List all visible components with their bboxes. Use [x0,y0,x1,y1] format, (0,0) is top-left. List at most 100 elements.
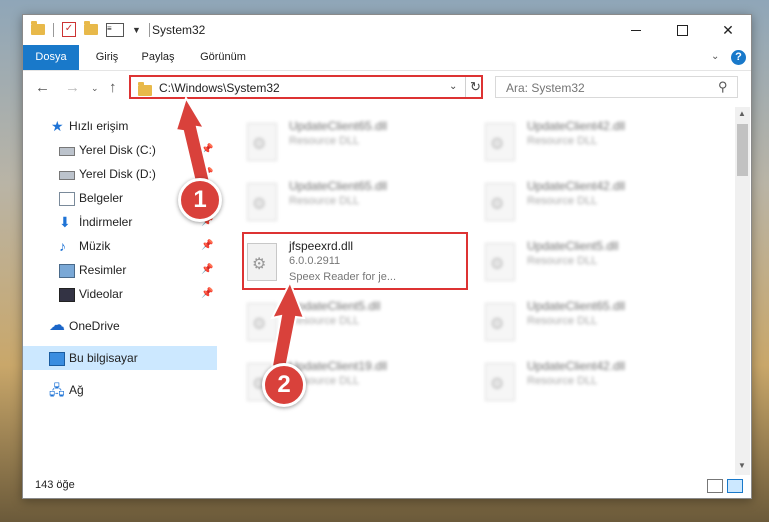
file-description: Resource DLL [527,375,598,387]
sidebar-item-label: Yerel Disk (C:) [79,143,156,157]
drive-icon [59,171,75,180]
sidebar-item-network[interactable]: 🖧 Ağ [23,378,217,402]
properties-check-icon[interactable]: ✓ [62,22,76,37]
search-icon[interactable]: ⚲ [718,79,728,95]
sidebar-item-label: Ağ [69,383,84,397]
sidebar-item-this-pc[interactable]: Bu bilgisayar [23,346,217,370]
window-title: System32 [152,23,206,37]
scroll-up-arrow-icon[interactable]: ▲ [738,109,746,118]
address-history-chevron-icon[interactable]: ⌄ [449,81,457,92]
scrollbar-thumb[interactable] [737,124,748,176]
status-bar: 143 öğe [23,475,751,497]
file-description: Resource DLL [289,315,360,327]
recent-locations-chevron-icon[interactable]: ⌄ [91,83,99,94]
quick-access-toolbar: ✓ ≡ ▼ [31,21,150,37]
sidebar-item-local-disk-c[interactable]: Yerel Disk (C:) 📌 [23,138,217,162]
file-highlight-box [242,232,468,290]
file-description: Resource DLL [527,315,598,327]
sidebar-item-label: Belgeler [79,191,124,205]
network-icon: 🖧 [49,382,65,398]
search-box[interactable]: ⚲ [495,76,738,98]
navigation-pane: ★ Hızlı erişim Yerel Disk (C:) 📌 Yerel D… [23,110,217,475]
file-description: Resource DLL [527,255,598,267]
large-icons-view-icon[interactable] [727,479,743,493]
videos-icon [59,288,75,302]
drive-icon [59,147,75,156]
pin-icon: 📌 [201,264,214,275]
sidebar-item-label: Bu bilgisayar [69,351,138,365]
dll-file-icon [247,183,277,221]
refresh-icon[interactable]: ↻ [470,79,481,95]
sidebar-item-pictures[interactable]: Resimler 📌 [23,258,217,282]
file-name: UpdateClient42.dll [527,119,626,133]
sidebar-item-videos[interactable]: Videolar 📌 [23,282,217,306]
tab-view[interactable]: Görünüm [193,45,253,70]
sidebar-item-label: İndirmeler [79,215,133,229]
help-icon[interactable]: ? [731,50,746,65]
pin-icon: 📌 [201,288,214,299]
tab-file[interactable]: Dosya [23,45,79,70]
file-description: Resource DLL [527,195,598,207]
item-count: 143 öğe [35,479,75,491]
sidebar-item-quick-access[interactable]: ★ Hızlı erişim [23,114,217,138]
forward-arrow-icon[interactable]: → [65,79,80,96]
file-name: UpdateClient65.dll [289,179,388,193]
title-divider [148,22,150,37]
pin-icon: 📌 [201,144,214,155]
file-item[interactable]: UpdateClient5.dll Resource DLL [475,235,703,291]
file-item[interactable]: UpdateClient42.dll Resource DLL [475,355,703,411]
file-item[interactable]: UpdateClient65.dll Resource DLL [475,295,703,351]
file-item[interactable]: UpdateClient5.dll Resource DLL [237,295,465,351]
pictures-icon [59,264,75,278]
file-name: UpdateClient65.dll [289,119,388,133]
scroll-down-arrow-icon[interactable]: ▼ [738,461,746,470]
pin-icon: 📌 [201,240,214,251]
up-arrow-icon[interactable]: ↑ [109,79,117,96]
file-item[interactable]: UpdateClient65.dll Resource DLL [237,175,465,231]
sidebar-item-label: Yerel Disk (D:) [79,167,156,181]
dll-file-icon [485,123,515,161]
maximize-button[interactable] [659,15,705,45]
close-button[interactable]: ✕ [705,15,751,45]
new-folder-icon[interactable] [84,21,98,35]
address-bar[interactable]: C:\Windows\System32 ⌄ ↻ [129,75,483,99]
navigation-bar: ← → ⌄ ↑ C:\Windows\System32 ⌄ ↻ ⚲ [23,71,751,105]
file-name: UpdateClient5.dll [527,239,619,253]
sidebar-item-label: Videolar [79,287,123,301]
dll-file-icon [485,243,515,281]
download-icon: ⬇ [59,214,71,230]
toolbar-divider [53,22,54,37]
view-properties-icon[interactable]: ≡ [106,22,124,37]
tab-share[interactable]: Paylaş [137,45,179,70]
tab-home[interactable]: Giriş [89,45,125,70]
sidebar-item-label: Hızlı erişim [69,119,129,133]
sidebar-item-onedrive[interactable]: ☁ OneDrive [23,314,217,338]
music-icon: ♪ [59,238,66,254]
step-1-badge: 1 [178,178,222,222]
title-bar: ✓ ≡ ▼ System32 ✕ [23,15,751,45]
this-pc-icon [49,352,65,366]
file-description: Resource DLL [289,135,360,147]
documents-icon [59,192,75,206]
star-icon: ★ [51,118,64,134]
back-arrow-icon[interactable]: ← [35,79,50,96]
address-path[interactable]: C:\Windows\System32 [159,81,280,95]
file-list: UpdateClient65.dll Resource DLL UpdateCl… [237,109,735,474]
file-item[interactable]: UpdateClient42.dll Resource DLL [475,175,703,231]
sidebar-item-music[interactable]: ♪ Müzik 📌 [23,234,217,258]
file-description: Resource DLL [527,135,598,147]
details-view-icon[interactable] [707,479,723,493]
sidebar-item-label: Resimler [79,263,127,277]
dll-file-icon [485,363,515,401]
customize-toolbar-chevron-icon[interactable]: ▼ [132,25,141,35]
expand-ribbon-chevron-icon[interactable]: ⌄ [711,51,719,62]
sidebar-item-label: Müzik [79,239,111,253]
minimize-button[interactable] [613,15,659,45]
sidebar-item-label: OneDrive [69,319,120,333]
file-item[interactable]: UpdateClient42.dll Resource DLL [475,115,703,171]
folder-icon [31,21,45,35]
vertical-scrollbar[interactable]: ▲ ▼ [735,107,750,475]
search-input[interactable] [504,80,708,96]
onedrive-icon: ☁ [49,317,65,334]
file-item[interactable]: UpdateClient65.dll Resource DLL [237,115,465,171]
